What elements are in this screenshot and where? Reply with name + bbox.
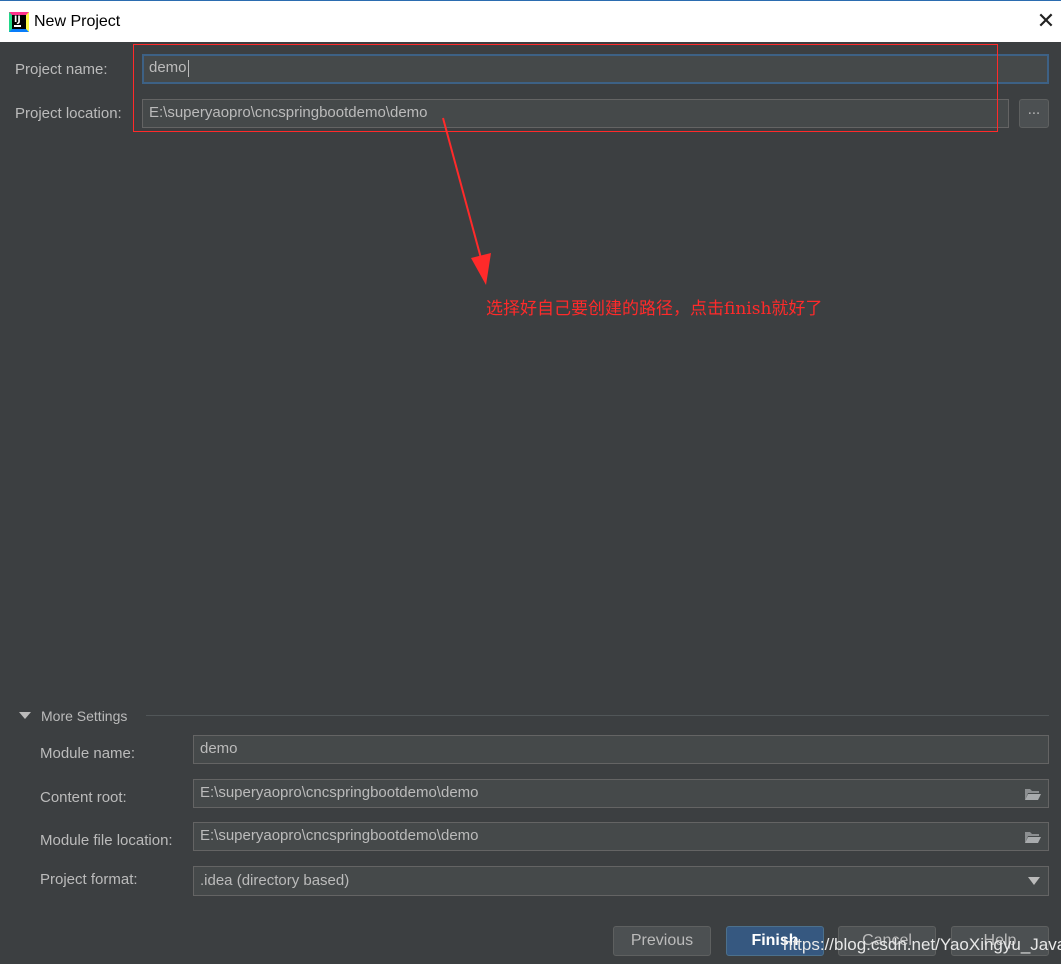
annotation-highlight-box [133,44,998,132]
module-file-location-value: E:\superyaopro\cncspringbootdemo\demo [200,827,479,844]
project-format-select[interactable]: .idea (directory based) [193,866,1049,896]
content-root-label: Content root: [40,789,127,806]
annotation-arrow [442,117,491,285]
expand-triangle-icon[interactable] [18,706,32,724]
browse-button[interactable]: ... [1019,99,1049,128]
project-location-label: Project location: [15,105,122,122]
title-bar: IJ New Project ✕ [0,0,1061,42]
module-file-location-input[interactable]: E:\superyaopro\cncspringbootdemo\demo [193,822,1049,851]
project-name-label: Project name: [15,61,108,78]
watermark: https://blog.csdn.net/YaoXingyu_Java [783,935,1061,954]
window-title: New Project [34,13,121,30]
project-format-value: .idea (directory based) [200,872,350,889]
module-name-input[interactable]: demo [193,735,1049,764]
content-root-value: E:\superyaopro\cncspringbootdemo\demo [200,784,479,801]
annotation-text: 选择好自己要创建的路径，点击finish就好了 [486,299,823,319]
folder-icon[interactable] [1024,787,1042,801]
separator [146,715,1049,716]
close-icon[interactable]: ✕ [1034,9,1058,35]
module-name-value: demo [200,740,238,757]
more-settings-label[interactable]: More Settings [41,707,127,725]
project-format-label: Project format: [40,871,138,888]
previous-button[interactable]: Previous [613,926,711,956]
intellij-idea-icon: IJ [9,12,29,32]
content-root-input[interactable]: E:\superyaopro\cncspringbootdemo\demo [193,779,1049,808]
folder-icon[interactable] [1024,830,1042,844]
module-file-location-label: Module file location: [40,832,173,849]
chevron-down-icon[interactable] [1028,877,1040,885]
module-name-label: Module name: [40,745,136,762]
